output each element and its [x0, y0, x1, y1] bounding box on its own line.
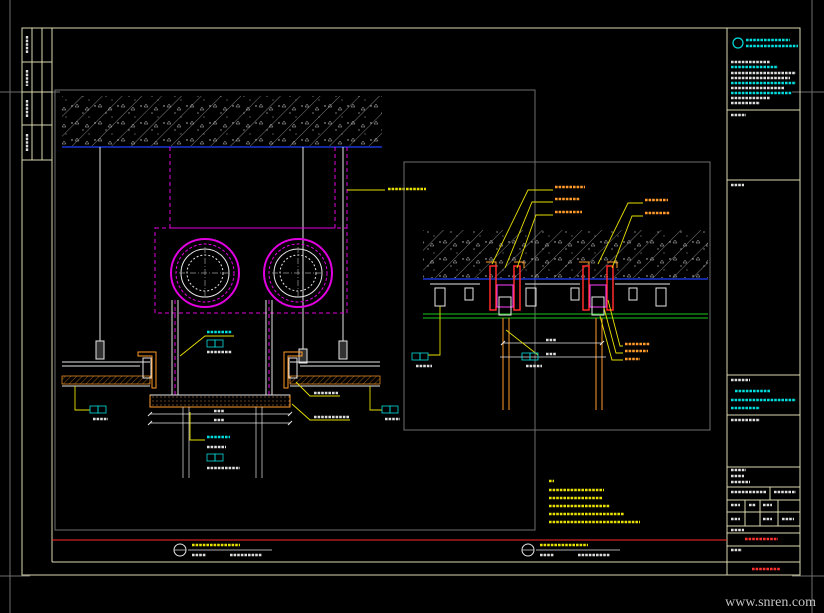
- hanger-adjuster: [338, 340, 348, 360]
- ceiling-board: [289, 375, 381, 385]
- access-panel: [149, 394, 291, 408]
- site-watermark: www.snren.com: [725, 595, 816, 610]
- cad-drawing-sheet: www.snren.com: [0, 0, 824, 613]
- detail-1-slab-aggregate: [62, 96, 382, 146]
- detail-2-slab-aggregate: [423, 230, 708, 278]
- sheet-background: [0, 0, 824, 613]
- ceiling-board: [61, 375, 151, 385]
- pipe-right: [263, 238, 333, 308]
- hanger-adjuster: [95, 340, 105, 360]
- pipe-left: [170, 238, 240, 308]
